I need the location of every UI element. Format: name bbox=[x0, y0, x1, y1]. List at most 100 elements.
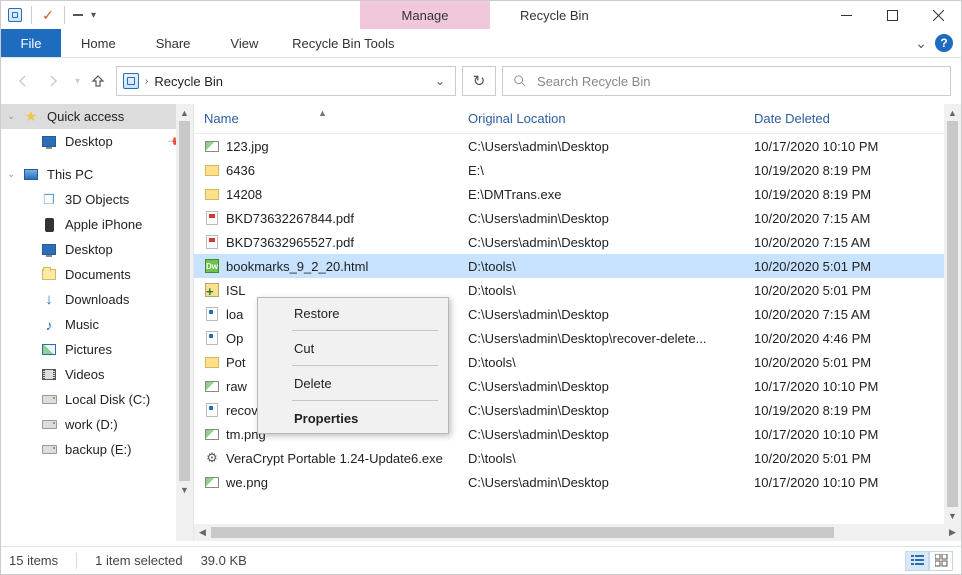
context-delete[interactable]: Delete bbox=[258, 368, 448, 398]
up-button[interactable] bbox=[86, 69, 110, 93]
scroll-thumb[interactable] bbox=[947, 121, 958, 507]
chevron-down-icon[interactable]: ⌄ bbox=[7, 169, 15, 180]
file-type-icon: ⚙ bbox=[204, 450, 220, 466]
table-row[interactable]: ⚙VeraCrypt Portable 1.24-Update6.exeD:\t… bbox=[194, 446, 961, 470]
sidebar-item-apple-iphone[interactable]: Apple iPhone bbox=[1, 212, 193, 237]
recent-locations-icon[interactable]: ▾ bbox=[71, 76, 80, 87]
context-menu: Restore Cut Delete Properties bbox=[257, 297, 449, 434]
table-row[interactable]: 123.jpgC:\Users\admin\Desktop10/17/2020 … bbox=[194, 134, 961, 158]
sidebar-item-downloads[interactable]: ↓Downloads bbox=[1, 287, 193, 312]
file-name: ISL bbox=[226, 283, 246, 298]
context-cut[interactable]: Cut bbox=[258, 333, 448, 363]
sidebar-item-desktop-quick[interactable]: Desktop 📌 bbox=[1, 129, 193, 154]
vertical-scrollbar[interactable]: ▲ ▼ bbox=[944, 104, 961, 524]
view-details-button[interactable] bbox=[905, 551, 929, 571]
qat-dropdown-icon[interactable]: ▾ bbox=[87, 10, 96, 21]
file-location: C:\Users\admin\Desktop bbox=[468, 235, 754, 250]
file-name: loa bbox=[226, 307, 243, 322]
table-row[interactable]: BKD73632965527.pdfC:\Users\admin\Desktop… bbox=[194, 230, 961, 254]
sidebar-item-label: Videos bbox=[65, 367, 105, 382]
minimize-button[interactable] bbox=[823, 1, 869, 29]
scroll-down-icon[interactable]: ▼ bbox=[944, 507, 961, 524]
address-bar[interactable]: › Recycle Bin ⌄ bbox=[116, 66, 456, 96]
sidebar-item-pictures[interactable]: Pictures bbox=[1, 337, 193, 362]
recycle-bin-icon[interactable] bbox=[5, 5, 25, 25]
table-row[interactable]: 14208E:\DMTrans.exe10/19/2020 8:19 PM bbox=[194, 182, 961, 206]
scroll-up-icon[interactable]: ▲ bbox=[944, 104, 961, 121]
address-text[interactable]: Recycle Bin bbox=[154, 74, 223, 89]
column-header-date[interactable]: Date Deleted bbox=[754, 111, 961, 126]
search-box[interactable]: Search Recycle Bin bbox=[502, 66, 951, 96]
horizontal-scrollbar[interactable]: ◀ ▶ bbox=[194, 524, 961, 541]
contextual-tab-header[interactable]: Manage bbox=[360, 1, 490, 29]
tab-view[interactable]: View bbox=[210, 29, 278, 57]
help-icon[interactable]: ? bbox=[935, 34, 953, 52]
scroll-up-icon[interactable]: ▲ bbox=[176, 104, 193, 121]
maximize-button[interactable] bbox=[869, 1, 915, 29]
file-location: D:\tools\ bbox=[468, 451, 754, 466]
sidebar-item-label: Apple iPhone bbox=[65, 217, 142, 232]
address-dropdown-icon[interactable]: ⌄ bbox=[431, 74, 449, 88]
sidebar-scrollbar[interactable]: ▲ ▼ bbox=[176, 104, 193, 541]
view-large-icons-button[interactable] bbox=[929, 551, 953, 571]
sidebar-item-work-d-[interactable]: work (D:) bbox=[1, 412, 193, 437]
properties-qat-icon[interactable]: ✓ bbox=[38, 5, 58, 25]
table-row[interactable]: 6436E:\10/19/2020 8:19 PM bbox=[194, 158, 961, 182]
file-date: 10/20/2020 5:01 PM bbox=[754, 283, 961, 298]
status-item-count: 15 items bbox=[9, 553, 58, 568]
file-date: 10/20/2020 7:15 AM bbox=[754, 235, 961, 250]
sidebar-quick-access[interactable]: ⌄ ★ Quick access bbox=[1, 104, 193, 129]
table-row[interactable]: Dwbookmarks_9_2_20.htmlD:\tools\10/20/20… bbox=[194, 254, 961, 278]
column-header-location[interactable]: Original Location bbox=[468, 111, 754, 126]
table-row[interactable]: BKD73632267844.pdfC:\Users\admin\Desktop… bbox=[194, 206, 961, 230]
tab-recycle-bin-tools[interactable]: Recycle Bin Tools bbox=[278, 29, 408, 57]
context-properties[interactable]: Properties bbox=[258, 403, 448, 433]
forward-button[interactable] bbox=[41, 69, 65, 93]
file-date: 10/19/2020 8:19 PM bbox=[754, 403, 961, 418]
file-date: 10/17/2020 10:10 PM bbox=[754, 379, 961, 394]
ribbon-collapse-icon[interactable]: ⌄ bbox=[915, 35, 927, 52]
sidebar-item-videos[interactable]: Videos bbox=[1, 362, 193, 387]
file-tab[interactable]: File bbox=[1, 29, 61, 57]
scroll-left-icon[interactable]: ◀ bbox=[194, 524, 211, 541]
file-date: 10/17/2020 10:10 PM bbox=[754, 427, 961, 442]
file-location: C:\Users\admin\Desktop bbox=[468, 379, 754, 394]
sidebar-item-documents[interactable]: Documents bbox=[1, 262, 193, 287]
sidebar-item-label: Desktop bbox=[65, 242, 113, 257]
sidebar-item-label: Documents bbox=[65, 267, 131, 282]
table-row[interactable]: we.pngC:\Users\admin\Desktop10/17/2020 1… bbox=[194, 470, 961, 494]
sidebar-item-music[interactable]: ♪Music bbox=[1, 312, 193, 337]
column-header-name[interactable]: Name ▲ bbox=[194, 111, 468, 126]
monitor-icon bbox=[41, 134, 57, 150]
chevron-down-icon[interactable]: ⌄ bbox=[7, 111, 15, 122]
sidebar-this-pc[interactable]: ⌄ This PC bbox=[1, 162, 193, 187]
scroll-down-icon[interactable]: ▼ bbox=[176, 481, 193, 498]
chevron-right-icon[interactable]: › bbox=[145, 76, 148, 87]
quick-access-toolbar: ✓ ▾ bbox=[1, 5, 100, 25]
file-type-icon bbox=[204, 354, 220, 370]
context-restore[interactable]: Restore bbox=[258, 298, 448, 328]
scroll-thumb[interactable] bbox=[211, 527, 834, 538]
tab-share[interactable]: Share bbox=[136, 29, 211, 57]
search-icon bbox=[513, 74, 527, 88]
close-button[interactable] bbox=[915, 1, 961, 29]
file-name: Pot bbox=[226, 355, 246, 370]
phone-icon bbox=[41, 217, 57, 233]
file-type-icon bbox=[204, 306, 220, 322]
sidebar-item-backup-e-[interactable]: backup (E:) bbox=[1, 437, 193, 462]
qat-customize-icon[interactable] bbox=[71, 5, 85, 25]
scroll-right-icon[interactable]: ▶ bbox=[944, 524, 961, 541]
sidebar-item-3d-objects[interactable]: ❒3D Objects bbox=[1, 187, 193, 212]
status-selection: 1 item selected bbox=[95, 553, 182, 568]
download-icon: ↓ bbox=[41, 292, 57, 308]
sidebar-item-local-disk-c-[interactable]: Local Disk (C:) bbox=[1, 387, 193, 412]
file-name: 14208 bbox=[226, 187, 262, 202]
refresh-button[interactable]: ↻ bbox=[462, 66, 496, 96]
tab-home[interactable]: Home bbox=[61, 29, 136, 57]
sidebar-item-desktop[interactable]: Desktop bbox=[1, 237, 193, 262]
back-button[interactable] bbox=[11, 69, 35, 93]
scroll-thumb[interactable] bbox=[179, 121, 190, 481]
file-type-icon bbox=[204, 138, 220, 154]
file-location: C:\Users\admin\Desktop\recover-delete... bbox=[468, 331, 754, 346]
status-bar: 15 items 1 item selected 39.0 KB bbox=[1, 546, 961, 574]
